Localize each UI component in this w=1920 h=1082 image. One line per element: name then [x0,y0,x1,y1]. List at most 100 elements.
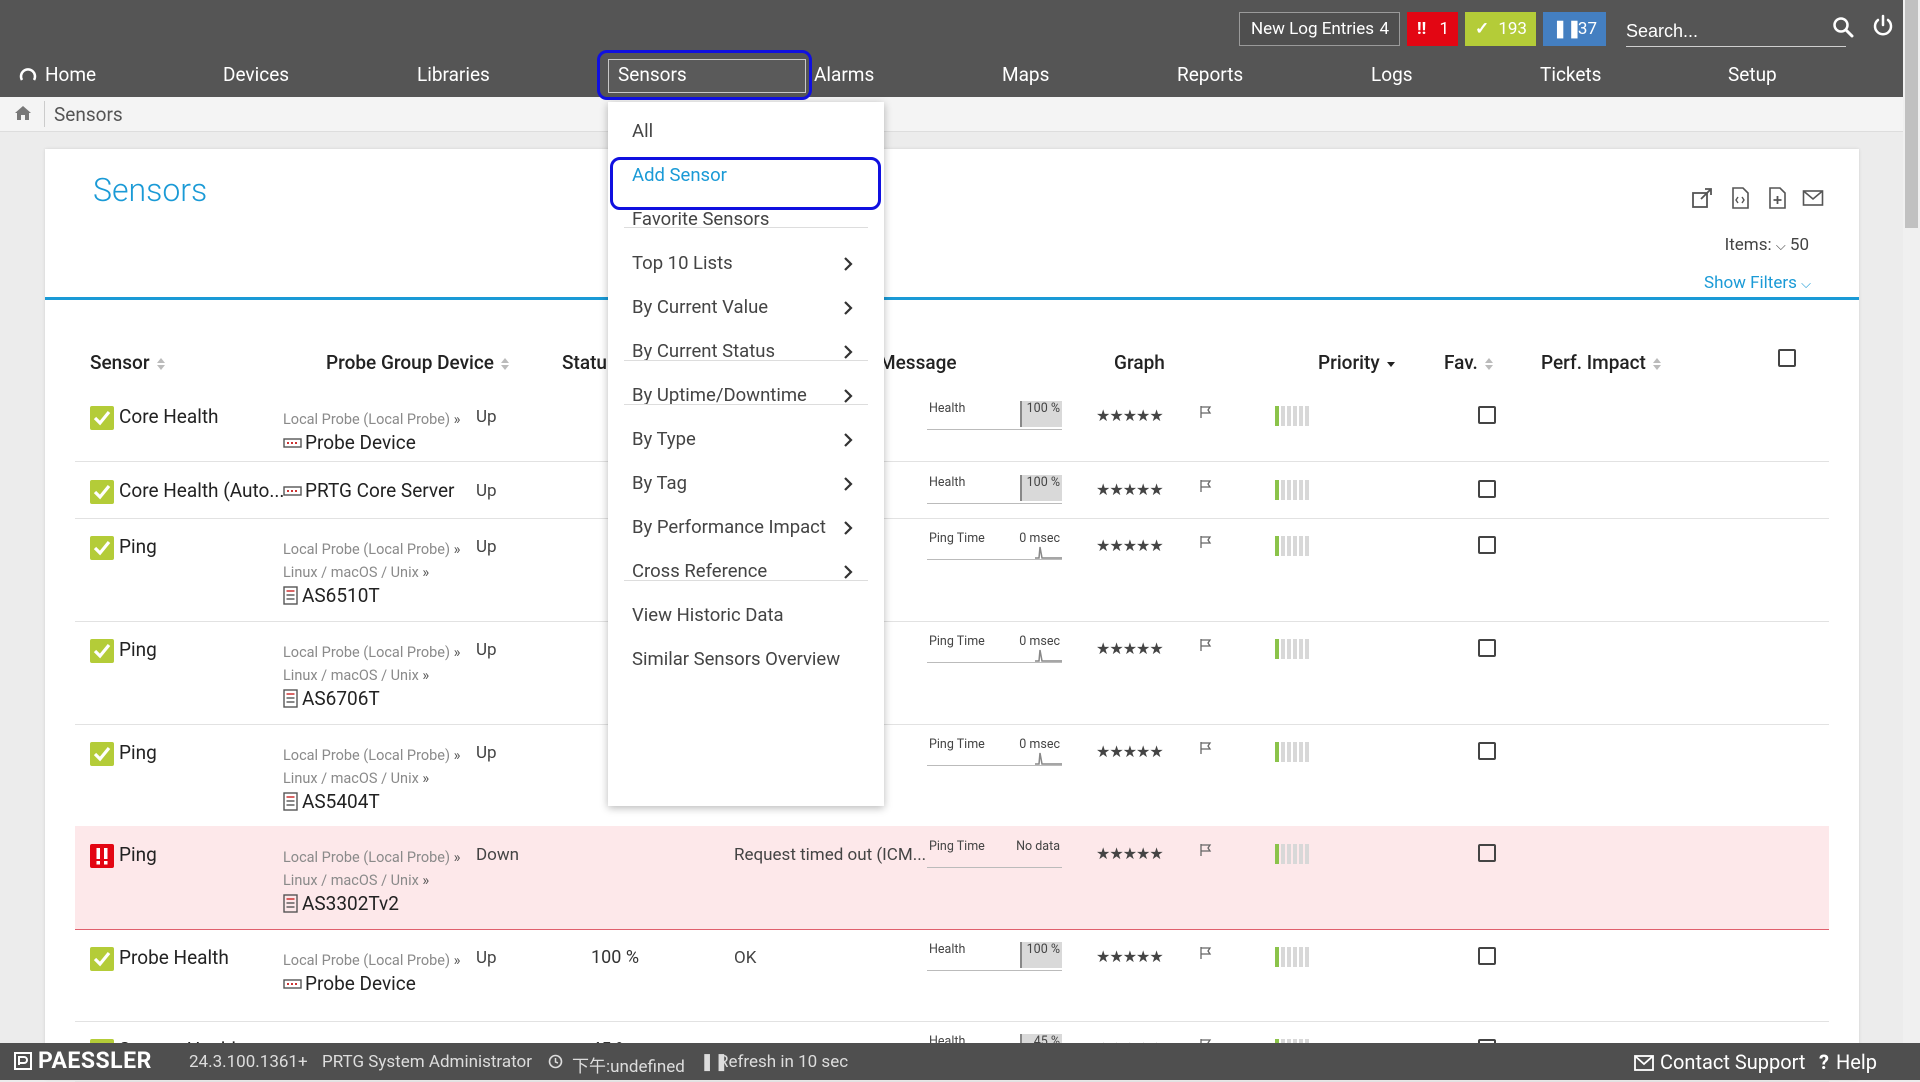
sensor-name[interactable]: Ping [119,741,157,764]
nav-reports[interactable]: Reports [1177,62,1243,88]
probe-link[interactable]: Local Probe (Local Probe) » [283,952,460,969]
row-checkbox[interactable] [1478,947,1496,965]
mini-graph[interactable]: Health 100 % [927,475,1062,504]
group-link[interactable]: Linux / macOS / Unix » [283,770,429,787]
table-row[interactable]: Ping Local Probe (Local Probe) » Linux / m… [75,621,1829,725]
menu-item-add-sensor[interactable]: Add Sensor [632,164,727,186]
power-icon[interactable] [1872,14,1894,38]
device-link[interactable]: AS3302Tv2 [283,892,399,915]
menu-item-view-historic-data[interactable]: View Historic Data [632,604,784,626]
show-filters-link[interactable]: Show Filters ⌵ [1704,273,1811,293]
sensor-name[interactable]: Core Health [119,405,219,428]
device-link[interactable]: AS6706T [283,687,380,710]
group-link[interactable]: Linux / macOS / Unix » [283,564,429,581]
menu-item-all[interactable]: All [632,120,653,142]
menu-item-top-10-lists[interactable]: Top 10 Lists [632,252,733,274]
col-message[interactable]: Message [879,351,957,374]
priority-stars[interactable]: ★★★★★ [1096,742,1164,761]
table-row[interactable]: Core Health Local Probe (Local Probe) » Pr… [75,388,1829,462]
new-log-entries-button[interactable]: New Log Entries 4 [1239,12,1400,46]
search-icon[interactable] [1832,16,1854,38]
search-input[interactable] [1626,16,1816,46]
probe-link[interactable]: Local Probe (Local Probe) » [283,644,460,661]
sensor-name[interactable]: Ping [119,535,157,558]
priority-stars[interactable]: ★★★★★ [1096,844,1164,863]
device-link[interactable]: AS6510T [283,584,380,607]
table-row[interactable]: Ping Local Probe (Local Probe) » Linux / m… [75,724,1829,827]
nav-logs[interactable]: Logs [1371,62,1413,88]
favorite-flag-icon[interactable] [1199,479,1213,493]
nav-sensors[interactable]: Sensors [618,62,687,88]
mini-graph[interactable]: Ping Time No data [927,839,1062,868]
user-text[interactable]: PRTG System Administrator [322,1052,532,1072]
priority-stars[interactable]: ★★★★★ [1096,406,1164,425]
col-status[interactable]: Statu [562,351,607,374]
mini-graph[interactable]: Ping Time 0 msec [927,737,1062,766]
col-probe-group-device[interactable]: Probe Group Device [326,351,510,374]
device-link[interactable]: Probe Device [283,431,416,454]
priority-stars[interactable]: ★★★★★ [1096,480,1164,499]
nav-devices[interactable]: Devices [223,62,289,88]
favorite-flag-icon[interactable] [1199,405,1213,419]
breadcrumb-current[interactable]: Sensors [54,103,123,126]
menu-item-by-current-status[interactable]: By Current Status [632,340,775,362]
scrollbar-thumb[interactable] [1905,0,1918,228]
table-row[interactable]: Core Health (Auto...PRTG Core ServerUpOK… [75,461,1829,519]
down-sensors-badge[interactable]: !! 1 [1407,12,1458,46]
menu-item-by-current-value[interactable]: By Current Value [632,296,768,318]
device-link[interactable]: PRTG Core Server [283,479,455,502]
group-link[interactable]: Linux / macOS / Unix » [283,872,429,889]
row-checkbox[interactable] [1478,742,1496,760]
nav-alarms[interactable]: Alarms [814,62,874,88]
nav-maps[interactable]: Maps [1002,62,1049,88]
col-perf-impact[interactable]: Perf. Impact [1541,351,1662,374]
help-link[interactable]: Help [1836,1050,1877,1074]
nav-setup[interactable]: Setup [1728,62,1777,88]
mini-graph[interactable]: Ping Time 0 msec [927,634,1062,663]
mini-graph[interactable]: Health 100 % [927,942,1062,971]
priority-stars[interactable]: ★★★★★ [1096,536,1164,555]
table-row-down[interactable]: Ping Local Probe (Local Probe) » Linux / m… [75,826,1829,930]
sensor-name[interactable]: Probe Health [119,946,229,969]
row-checkbox[interactable] [1478,480,1496,498]
favorite-flag-icon[interactable] [1199,946,1213,960]
email-icon[interactable] [1802,187,1824,209]
refresh-text[interactable]: Refresh in 10 sec [718,1052,848,1072]
sensor-name[interactable]: Ping [119,638,157,661]
menu-item-by-uptime-downtime[interactable]: By Uptime/Downtime [632,384,807,406]
page-scrollbar[interactable] [1903,0,1920,1043]
home-icon[interactable] [14,104,32,121]
favorite-flag-icon[interactable] [1199,843,1213,857]
col-priority[interactable]: Priority [1318,351,1396,374]
sensor-name[interactable]: Core Health (Auto... [119,479,284,502]
sensor-name[interactable]: Ping [119,843,157,866]
up-sensors-badge[interactable]: ✓ 193 [1465,12,1536,46]
row-checkbox[interactable] [1478,844,1496,862]
row-checkbox[interactable] [1478,406,1496,424]
add-document-icon[interactable] [1766,187,1788,209]
favorite-flag-icon[interactable] [1199,535,1213,549]
group-link[interactable]: Linux / macOS / Unix » [283,667,429,684]
probe-link[interactable]: Local Probe (Local Probe) » [283,747,460,764]
nav-home[interactable]: Home [19,62,96,88]
menu-item-cross-reference[interactable]: Cross Reference [632,560,767,582]
items-per-page[interactable]: Items: ⌵ 50 [1725,235,1809,255]
priority-stars[interactable]: ★★★★★ [1096,947,1164,966]
menu-item-by-type[interactable]: By Type [632,428,696,450]
row-checkbox[interactable] [1478,536,1496,554]
select-all-checkbox[interactable] [1778,349,1796,367]
col-fav[interactable]: Fav. [1444,351,1494,374]
menu-item-by-tag[interactable]: By Tag [632,472,687,494]
device-link[interactable]: AS5404T [283,790,380,813]
menu-item-by-performance-impact[interactable]: By Performance Impact [632,516,826,538]
nav-libraries[interactable]: Libraries [417,62,490,88]
probe-link[interactable]: Local Probe (Local Probe) » [283,541,460,558]
table-row[interactable]: Probe Health Local Probe (Local Probe) » P… [75,929,1829,1022]
probe-link[interactable]: Local Probe (Local Probe) » [283,411,460,428]
table-row[interactable]: Ping Local Probe (Local Probe) » Linux / m… [75,518,1829,622]
nav-tickets[interactable]: Tickets [1540,62,1601,88]
open-external-icon[interactable] [1691,187,1713,209]
device-link[interactable]: Probe Device [283,972,416,995]
favorite-flag-icon[interactable] [1199,741,1213,755]
mini-graph[interactable]: Health 100 % [927,401,1062,430]
